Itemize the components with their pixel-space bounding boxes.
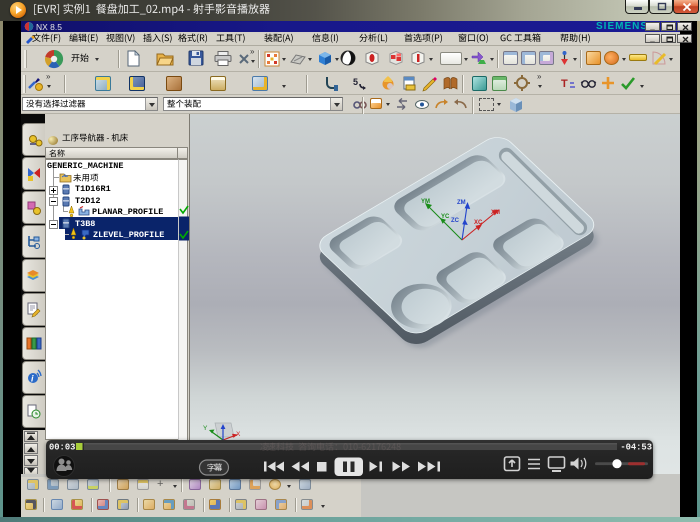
- svg-text:Y: Y: [203, 425, 208, 432]
- svg-text:5: 5: [353, 77, 358, 87]
- svg-text:-04:53: -04:53: [620, 443, 652, 453]
- svg-text:X: X: [236, 431, 241, 438]
- svg-text:ZC: ZC: [451, 218, 460, 224]
- svg-text:YM: YM: [421, 199, 430, 205]
- svg-text:XM: XM: [491, 210, 500, 216]
- svg-text:ZM: ZM: [457, 200, 466, 206]
- svg-text:XC: XC: [474, 220, 483, 226]
- svg-text:00:03: 00:03: [49, 443, 75, 453]
- svg-text:YC: YC: [441, 214, 450, 220]
- svg-text:T: T: [561, 78, 568, 90]
